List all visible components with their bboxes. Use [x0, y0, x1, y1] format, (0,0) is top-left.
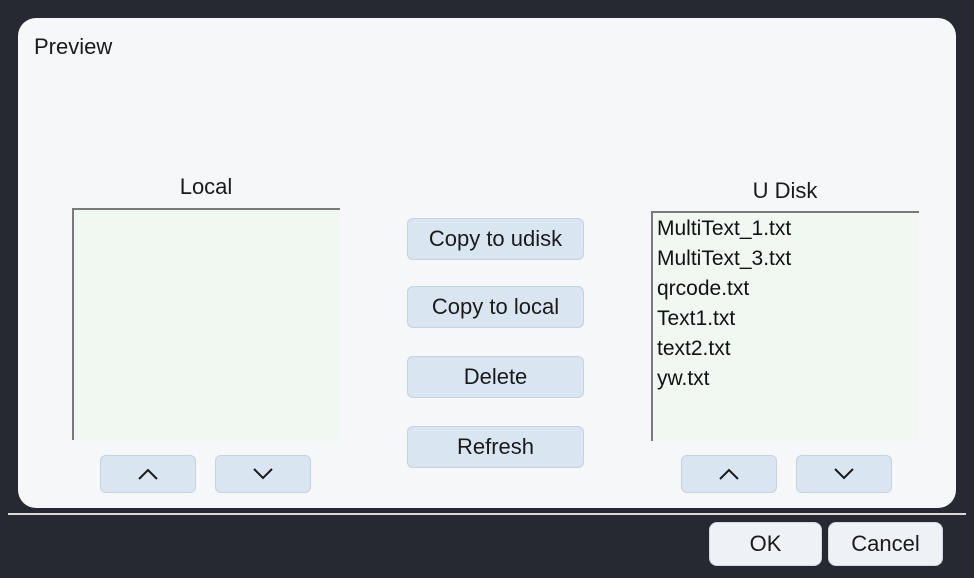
list-item[interactable]: text2.txt — [653, 334, 919, 364]
chevron-up-icon — [138, 468, 158, 480]
cancel-button[interactable]: Cancel — [828, 522, 943, 566]
udisk-scroll-down-button[interactable] — [796, 455, 892, 493]
list-item[interactable]: Text1.txt — [653, 304, 919, 334]
footer-divider — [8, 513, 966, 515]
local-label: Local — [179, 174, 233, 199]
copy-to-local-button[interactable]: Copy to local — [407, 286, 584, 328]
udisk-scroll-up-button[interactable] — [681, 455, 777, 493]
local-file-list[interactable] — [72, 208, 340, 440]
local-scroll-up-button[interactable] — [100, 455, 196, 493]
preview-dialog: Preview Local Copy to udisk Copy to loca… — [18, 18, 956, 508]
ok-button[interactable]: OK — [709, 522, 822, 566]
delete-button[interactable]: Delete — [407, 356, 584, 398]
dialog-title: Preview — [34, 34, 113, 59]
chevron-down-icon — [834, 468, 854, 480]
udisk-label: U Disk — [752, 178, 818, 203]
list-item[interactable]: qrcode.txt — [653, 274, 919, 304]
chevron-down-icon — [253, 468, 273, 480]
refresh-button[interactable]: Refresh — [407, 426, 584, 468]
chevron-up-icon — [719, 468, 739, 480]
list-item[interactable]: MultiText_3.txt — [653, 244, 919, 274]
list-item[interactable]: MultiText_1.txt — [653, 214, 919, 244]
local-scroll-down-button[interactable] — [215, 455, 311, 493]
copy-to-udisk-button[interactable]: Copy to udisk — [407, 218, 584, 260]
list-item[interactable]: yw.txt — [653, 364, 919, 394]
udisk-file-list[interactable]: MultiText_1.txt MultiText_3.txt qrcode.t… — [651, 211, 919, 441]
